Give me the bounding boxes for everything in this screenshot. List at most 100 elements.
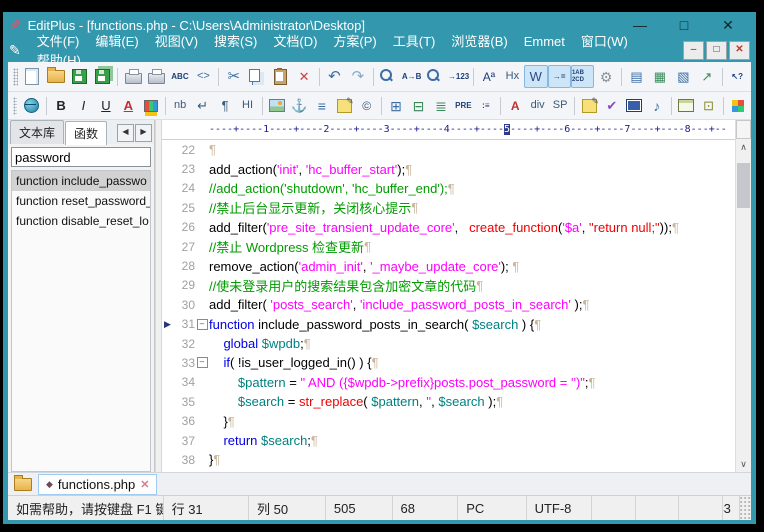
function-list-item[interactable]: function disable_reset_lo <box>12 211 150 231</box>
span-tag-icon[interactable]: SP <box>549 94 571 117</box>
tab-scroll-left-icon[interactable]: ◀ <box>117 124 134 142</box>
code-area[interactable]: 22¶23add_action('init', 'hc_buffer_start… <box>162 140 735 472</box>
anchor-icon[interactable]: ⚓ <box>288 94 310 117</box>
code-line[interactable]: 23add_action('init', 'hc_buffer_start');… <box>162 159 735 178</box>
toolbar-grip[interactable] <box>13 97 17 115</box>
heading-icon[interactable]: HI <box>236 94 258 117</box>
color-picker-icon[interactable] <box>727 94 749 117</box>
delete-icon[interactable]: ✕ <box>292 65 315 88</box>
code-line[interactable]: 22¶ <box>162 140 735 159</box>
paste-icon[interactable] <box>269 65 292 88</box>
code-line[interactable]: 30add_filter( 'posts_search', 'include_p… <box>162 295 735 314</box>
find-icon[interactable] <box>377 65 400 88</box>
word-wrap-icon[interactable]: W <box>524 65 547 88</box>
mdi-minimize-button[interactable]: – <box>683 41 704 60</box>
menu-item-搜索S[interactable]: 搜索(S) <box>206 32 265 51</box>
code-line[interactable]: 35 $search = str_replace( $pattern, '', … <box>162 392 735 411</box>
preformatted-icon[interactable]: PRE <box>452 94 474 117</box>
html-tag-icon[interactable]: <> <box>192 65 215 88</box>
insert-media-icon[interactable] <box>623 94 645 117</box>
insert-table-icon[interactable]: ⊞ <box>385 94 407 117</box>
div-tag-icon[interactable]: div <box>526 94 548 117</box>
open-file-icon[interactable] <box>44 65 67 88</box>
line-break-icon[interactable]: ↵ <box>191 94 213 117</box>
indent-guide-icon[interactable]: →= <box>548 65 571 88</box>
code-line[interactable]: 28remove_action('admin_init', '_maybe_up… <box>162 256 735 275</box>
code-line[interactable]: 26add_filter('pre_site_transient_update_… <box>162 218 735 237</box>
copy-icon[interactable] <box>245 65 268 88</box>
cut-icon[interactable]: ✂ <box>222 65 245 88</box>
form-field-icon[interactable] <box>675 94 697 117</box>
font-icon[interactable]: Aª <box>477 65 500 88</box>
insert-audio-icon[interactable]: ♪ <box>646 94 668 117</box>
goto-line-icon[interactable]: →123 <box>447 65 470 88</box>
scroll-down-arrow-icon[interactable]: ∨ <box>736 456 751 472</box>
context-help-icon[interactable]: ↖? <box>725 65 748 88</box>
toolbar-grip[interactable] <box>13 68 18 86</box>
print-preview-icon[interactable] <box>121 65 144 88</box>
scrollbar-track[interactable] <box>736 155 751 456</box>
sidebar-tab-文本库[interactable]: 文本库 <box>10 120 64 144</box>
tab-scroll-right-icon[interactable]: ▶ <box>135 124 152 142</box>
code-line[interactable]: 36 }¶ <box>162 411 735 430</box>
underline-icon[interactable]: U <box>95 94 117 117</box>
menu-item-文档D[interactable]: 文档(D) <box>265 32 325 51</box>
menu-item-Emmet[interactable]: Emmet <box>516 32 573 51</box>
fold-toggle[interactable]: – <box>195 357 209 368</box>
function-list-item[interactable]: function include_passwo <box>12 171 150 191</box>
new-file-icon[interactable] <box>21 65 44 88</box>
browser-preview-icon[interactable]: ▧ <box>672 65 695 88</box>
replace-icon[interactable]: A→B <box>400 65 423 88</box>
fold-collapse-icon[interactable]: – <box>197 319 208 330</box>
menu-item-浏览器B[interactable]: 浏览器(B) <box>443 32 515 51</box>
code-line[interactable]: 25//禁止后台显示更新，关闭核心提示¶ <box>162 198 735 217</box>
fold-collapse-icon[interactable]: – <box>197 357 208 368</box>
view-in-browser-icon[interactable] <box>20 94 42 117</box>
scrollbar-thumb[interactable] <box>737 163 750 208</box>
redo-icon[interactable]: ↷ <box>346 65 369 88</box>
document-list-icon[interactable]: ▤ <box>625 65 648 88</box>
comment-note-icon[interactable] <box>333 94 355 117</box>
sidebar-splitter[interactable] <box>155 120 162 472</box>
function-filter-input[interactable] <box>11 147 151 167</box>
fold-toggle[interactable]: – <box>195 319 209 330</box>
copyright-icon[interactable]: © <box>355 94 377 117</box>
horizontal-rule-icon[interactable]: ≡ <box>311 94 333 117</box>
menu-item-文件F[interactable]: 文件(F) <box>29 32 88 51</box>
undo-icon[interactable]: ↶ <box>323 65 346 88</box>
menu-item-窗口W[interactable]: 窗口(W) <box>573 32 636 51</box>
save-icon[interactable] <box>68 65 91 88</box>
tab-functions-php[interactable]: ◆ functions.php ✕ <box>38 474 157 495</box>
paragraph-icon[interactable]: ¶ <box>214 94 236 117</box>
insert-image-icon[interactable] <box>266 94 288 117</box>
menu-item-方案P[interactable]: 方案(P) <box>325 32 384 51</box>
code-line[interactable]: 29//使未登录用户的搜索结果包含加密文章的代码¶ <box>162 276 735 295</box>
menu-item-工具T[interactable]: 工具(T) <box>385 32 444 51</box>
find-in-files-icon[interactable] <box>423 65 446 88</box>
validate-icon[interactable]: ✔ <box>601 94 623 117</box>
code-line[interactable]: 32 global $wpdb;¶ <box>162 334 735 353</box>
bold-icon[interactable]: B <box>50 94 72 117</box>
preferences-icon[interactable]: ⚙ <box>594 65 617 88</box>
italic-icon[interactable]: I <box>72 94 94 117</box>
line-numbers-icon[interactable]: 1AB 2CD <box>571 65 594 88</box>
code-line[interactable]: 27//禁止 Wordpress 检查更新¶ <box>162 237 735 256</box>
nbsp-icon[interactable]: nb <box>169 94 191 117</box>
code-line[interactable]: 38}¶ <box>162 450 735 469</box>
spell-check-icon[interactable]: ABC <box>168 65 191 88</box>
code-line[interactable]: 24//add_action('shutdown', 'hc_buffer_en… <box>162 179 735 198</box>
close-tab-icon[interactable]: ✕ <box>140 478 149 491</box>
folder-icon[interactable] <box>14 478 32 491</box>
menu-item-编辑E[interactable]: 编辑(E) <box>87 32 146 51</box>
resize-grip[interactable] <box>740 496 751 520</box>
save-all-icon[interactable] <box>91 65 114 88</box>
window-split-icon[interactable]: ▦ <box>648 65 671 88</box>
code-line[interactable]: 37 return $search;¶ <box>162 431 735 450</box>
color-palette-icon[interactable] <box>140 94 162 117</box>
mdi-close-button[interactable]: ✕ <box>729 41 750 60</box>
sidebar-tab-函数[interactable]: 函数 <box>65 121 107 145</box>
list-icon[interactable]: :≡ <box>475 94 497 117</box>
print-icon[interactable] <box>145 65 168 88</box>
mdi-restore-button[interactable]: □ <box>706 41 727 60</box>
hex-view-icon[interactable]: Hx <box>501 65 524 88</box>
